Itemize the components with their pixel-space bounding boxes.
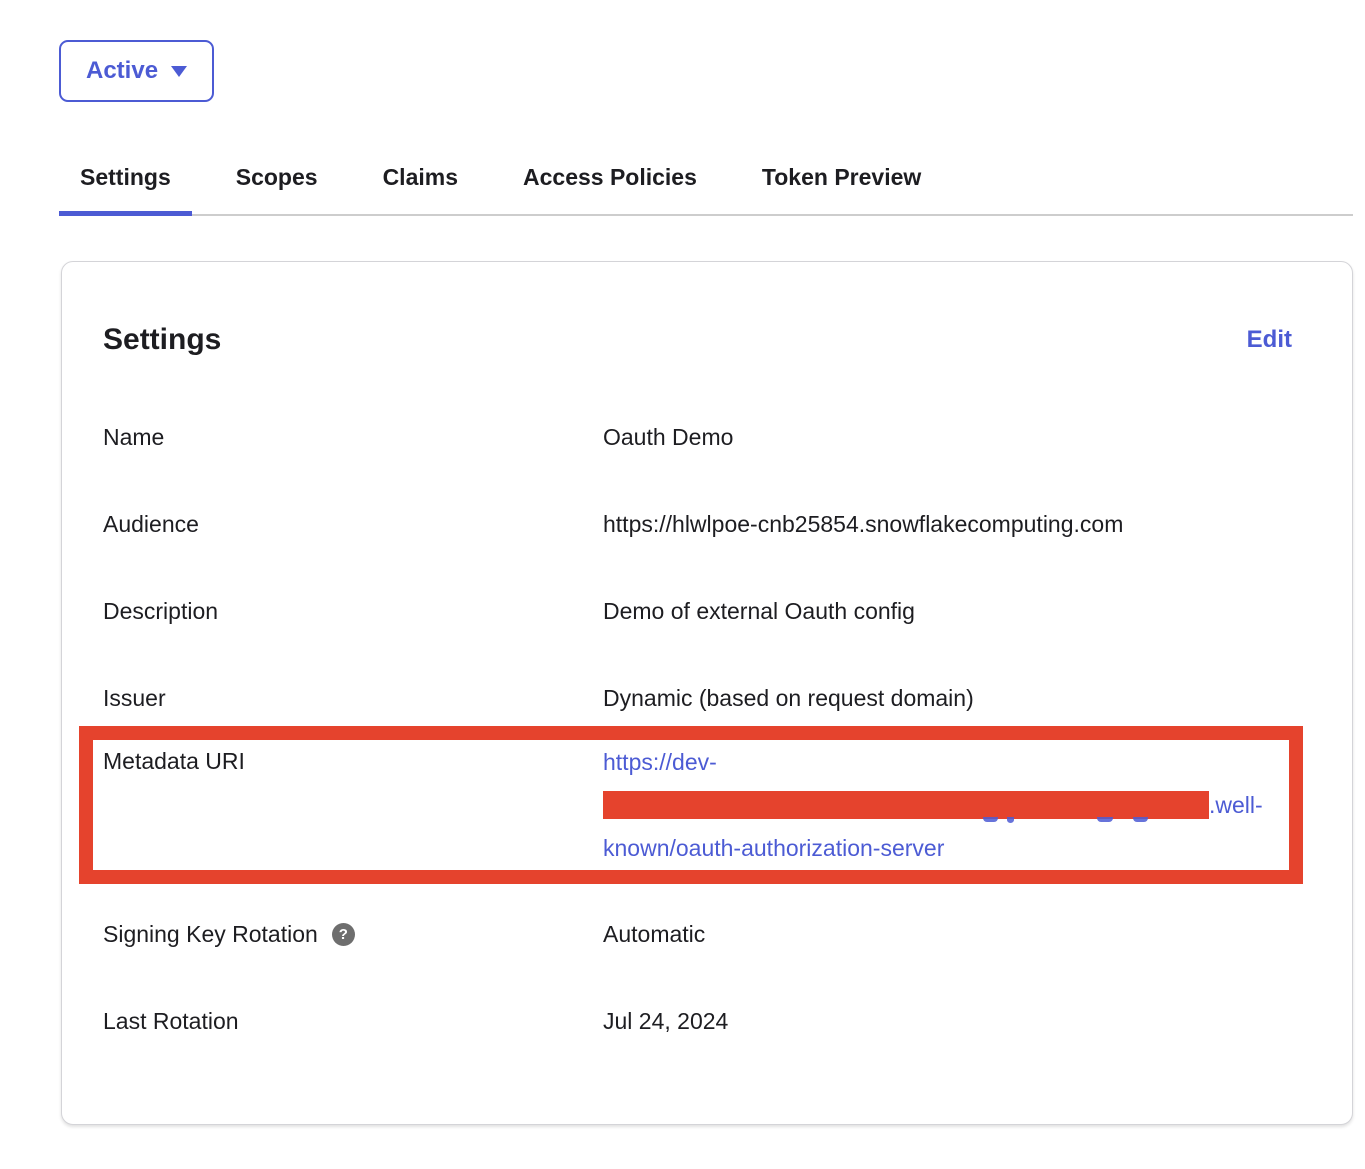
tab-label: Scopes: [236, 164, 318, 190]
tab-claims[interactable]: Claims: [362, 162, 479, 214]
tab-label: Claims: [383, 164, 458, 190]
metadata-uri-value: https://dev- .well- known/oauth-authoriz…: [603, 740, 1292, 869]
row-description: Description Demo of external Oauth confi…: [103, 596, 1292, 626]
edit-button[interactable]: Edit: [1247, 322, 1292, 355]
row-value: https://hlwlpoe-cnb25854.snowflakecomput…: [603, 509, 1292, 539]
row-label: Last Rotation: [103, 1006, 603, 1036]
row-label-text: Signing Key Rotation: [103, 919, 318, 949]
tab-label: Token Preview: [762, 164, 921, 190]
row-label: Signing Key Rotation ?: [103, 919, 603, 949]
card-title: Settings: [103, 322, 221, 358]
row-last-rotation: Last Rotation Jul 24, 2024: [103, 1006, 1292, 1036]
row-signing-key-rotation: Signing Key Rotation ? Automatic: [103, 919, 1292, 949]
row-label: Issuer: [103, 683, 603, 713]
tab-label: Settings: [80, 164, 171, 190]
redacted-text-descender: [1007, 817, 1014, 823]
row-value: Demo of external Oauth config: [603, 596, 1292, 626]
metadata-uri-link[interactable]: https://dev-: [603, 747, 717, 777]
tab-bar: Settings Scopes Claims Access Policies T…: [59, 162, 1353, 216]
oauth-server-settings-page: Active Settings Scopes Claims Access Pol…: [0, 0, 1365, 1169]
tab-label: Access Policies: [523, 164, 697, 190]
settings-card: Settings Edit Name Oauth Demo Audience h…: [61, 261, 1353, 1125]
row-label: Audience: [103, 509, 603, 539]
help-icon[interactable]: ?: [332, 923, 355, 946]
row-label: Metadata URI: [103, 740, 603, 776]
row-value: Jul 24, 2024: [603, 1006, 1292, 1036]
row-value: Automatic: [603, 919, 1292, 949]
tab-settings[interactable]: Settings: [59, 162, 192, 214]
status-label: Active: [86, 57, 158, 85]
redacted-text-descender: [983, 817, 998, 822]
tab-access-policies[interactable]: Access Policies: [502, 162, 718, 214]
settings-rows: Name Oauth Demo Audience https://hlwlpoe…: [103, 422, 1292, 1036]
redaction-bar: [603, 791, 1209, 819]
metadata-uri-link[interactable]: .well-: [1209, 790, 1263, 820]
row-label: Description: [103, 596, 603, 626]
status-dropdown-button[interactable]: Active: [59, 40, 214, 102]
row-name: Name Oauth Demo: [103, 422, 1292, 452]
redacted-text-descender: [1133, 817, 1148, 822]
card-header: Settings Edit: [103, 322, 1292, 358]
row-label: Name: [103, 422, 603, 452]
row-value: Oauth Demo: [603, 422, 1292, 452]
tab-token-preview[interactable]: Token Preview: [741, 162, 942, 214]
row-audience: Audience https://hlwlpoe-cnb25854.snowfl…: [103, 509, 1292, 539]
row-value: Dynamic (based on request domain): [603, 683, 1292, 713]
metadata-uri-link[interactable]: known/oauth-authorization-server: [603, 833, 944, 863]
redacted-text-descender: [1097, 817, 1113, 822]
tab-scopes[interactable]: Scopes: [215, 162, 339, 214]
caret-down-icon: [171, 66, 187, 77]
row-metadata-uri: Metadata URI https://dev- .well- known/o…: [103, 740, 1292, 869]
row-issuer: Issuer Dynamic (based on request domain): [103, 683, 1292, 713]
